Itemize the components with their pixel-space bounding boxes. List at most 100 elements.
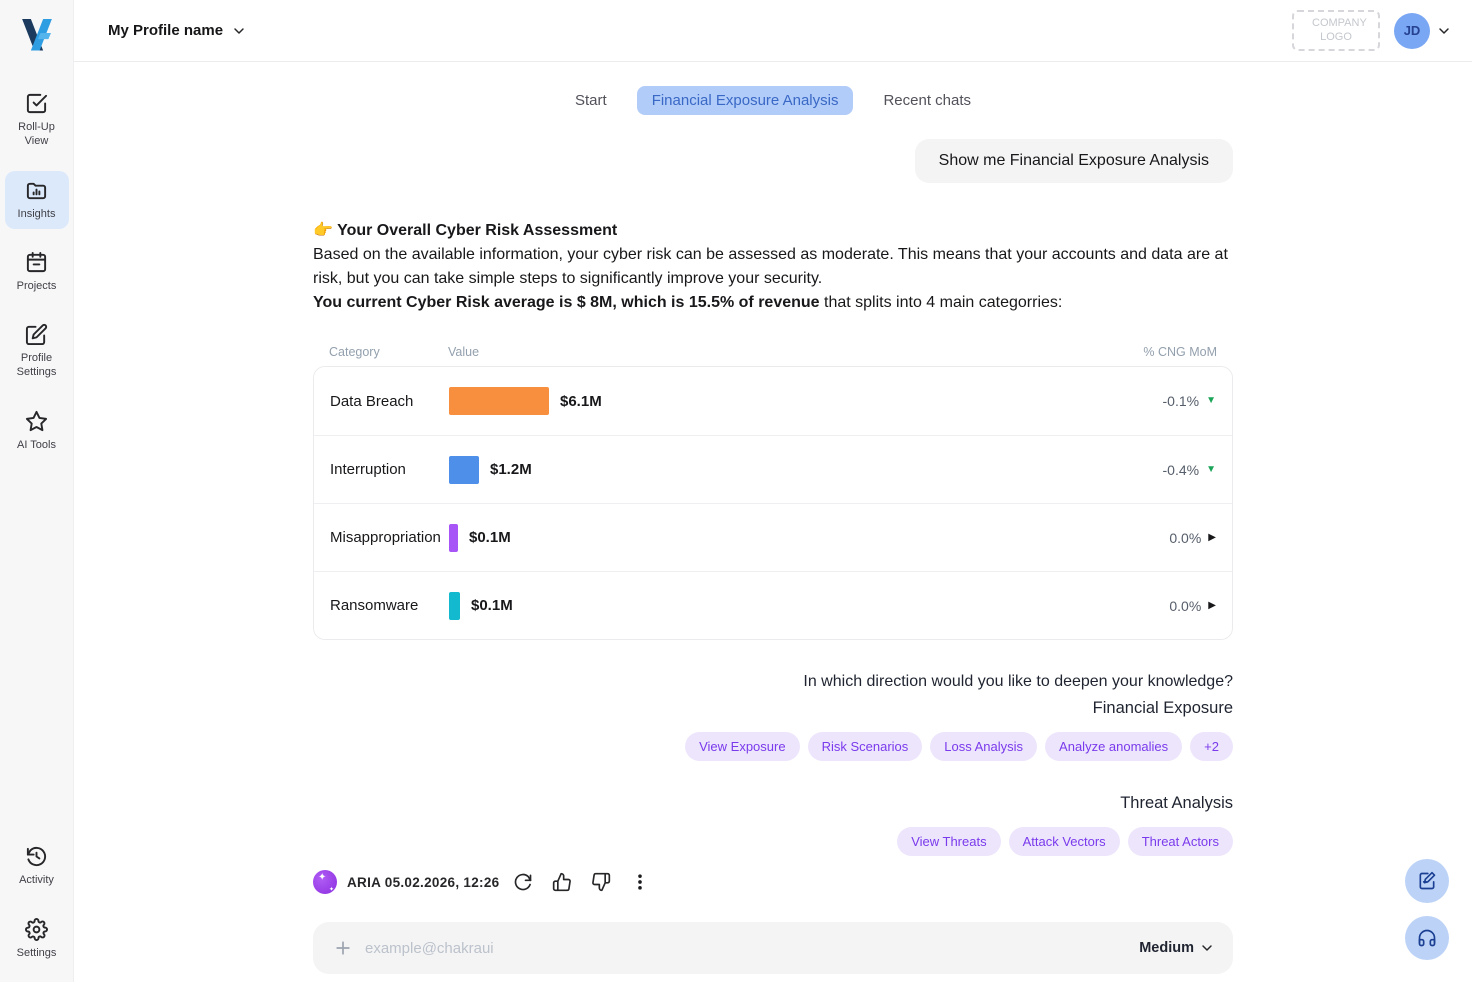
column-category: Category (329, 345, 448, 359)
agent-name: ARIA (347, 875, 381, 890)
sidebar-item-profile-settings[interactable]: Profile Settings (5, 315, 69, 388)
category-label: Ransomware (330, 597, 449, 614)
sidebar-item-projects[interactable]: Projects (5, 243, 69, 301)
sidebar-item-rollup-view[interactable]: Roll-Up View (5, 84, 69, 157)
value-label: $0.1M (469, 529, 511, 546)
sidebar: Roll-Up View Insights Projects Profile S… (0, 0, 74, 982)
rollup-check-icon (25, 92, 48, 115)
chip-view-exposure[interactable]: View Exposure (685, 732, 799, 761)
feedback-fab-button[interactable] (1405, 859, 1449, 903)
profile-name-dropdown[interactable]: My Profile name (108, 22, 247, 39)
size-selector-dropdown[interactable]: Medium (1139, 940, 1215, 956)
assessment-body: Based on the available information, your… (313, 243, 1233, 291)
agent-timestamp: ARIA 05.02.2026, 12:26 (347, 875, 499, 890)
support-fab-button[interactable] (1405, 916, 1449, 960)
thumbs-up-icon[interactable] (552, 872, 572, 892)
risk-table-header: Category Value % CNG MoM (313, 345, 1233, 359)
sidebar-item-activity[interactable]: Activity (5, 837, 69, 895)
message-composer: Medium (313, 922, 1233, 974)
chip-analyze-anomalies[interactable]: Analyze anomalies (1045, 732, 1182, 761)
user-message-bubble: Show me Financial Exposure Analysis (915, 139, 1233, 183)
chip-view-threats[interactable]: View Threats (897, 827, 1000, 856)
summary-rest: that splits into 4 main categorries: (820, 294, 1063, 311)
thumbs-down-icon[interactable] (591, 872, 611, 892)
assistant-message: 👉 Your Overall Cyber Risk Assessment Bas… (313, 219, 1233, 974)
calendar-icon (25, 251, 48, 274)
column-cng-mom: % CNG MoM (1143, 345, 1217, 359)
value-bar (449, 456, 479, 484)
chip-loss-analysis[interactable]: Loss Analysis (930, 732, 1037, 761)
change-value: 0.0% (1169, 598, 1201, 614)
user-menu[interactable]: JD (1394, 13, 1452, 49)
chip-more[interactable]: +2 (1190, 732, 1233, 761)
column-value: Value (448, 345, 479, 359)
tab-financial-exposure-analysis[interactable]: Financial Exposure Analysis (637, 86, 854, 115)
change-cell: -0.1%▼ (1163, 393, 1216, 409)
group-title-threat-analysis: Threat Analysis (313, 791, 1233, 815)
table-row: Interruption $1.2M -0.4%▼ (314, 435, 1232, 503)
sidebar-item-label: Insights (18, 207, 56, 221)
tab-start[interactable]: Start (571, 86, 611, 115)
change-value: 0.0% (1169, 530, 1201, 546)
value-bar (449, 387, 549, 415)
sidebar-item-label: Activity (19, 873, 54, 887)
profile-name-label: My Profile name (108, 22, 223, 39)
followup-question: In which direction would you like to dee… (313, 671, 1233, 693)
change-cell: 0.0% ▶ (1169, 598, 1216, 614)
app-logo-icon[interactable] (16, 12, 58, 54)
trend-down-icon: ▼ (1206, 465, 1216, 475)
trend-flat-icon: ▶ (1208, 533, 1216, 543)
assessment-heading: Your Overall Cyber Risk Assessment (337, 222, 617, 239)
pointing-finger-emoji: 👉 (313, 222, 333, 239)
summary-bold: You current Cyber Risk average is $ 8M, … (313, 294, 820, 311)
change-cell: -0.4%▼ (1163, 462, 1216, 478)
company-logo-placeholder[interactable]: COMPANY LOGO (1292, 10, 1380, 52)
compose-note-icon (1417, 871, 1437, 891)
insights-folder-chart-icon (25, 179, 48, 202)
chip-attack-vectors[interactable]: Attack Vectors (1009, 827, 1120, 856)
regenerate-icon[interactable] (513, 872, 533, 892)
sidebar-item-label: Roll-Up View (7, 120, 67, 149)
trend-down-icon: ▼ (1206, 396, 1216, 406)
avatar[interactable]: JD (1394, 13, 1430, 49)
history-icon (25, 845, 48, 868)
sidebar-item-label: Settings (17, 946, 57, 960)
value-label: $1.2M (490, 461, 532, 478)
chevron-down-icon (1199, 940, 1215, 956)
chat-input[interactable] (365, 940, 1139, 957)
assessment-summary: You current Cyber Risk average is $ 8M, … (313, 291, 1233, 315)
sidebar-item-settings[interactable]: Settings (5, 910, 69, 968)
main-area: Start Financial Exposure Analysis Recent… (74, 62, 1472, 982)
value-bar (449, 524, 458, 552)
message-meta: ✦✦ ARIA 05.02.2026, 12:26 (313, 870, 1233, 894)
table-row: Ransomware $0.1M 0.0% ▶ (314, 571, 1232, 639)
value-bar (449, 592, 460, 620)
change-cell: 0.0% ▶ (1169, 530, 1216, 546)
kebab-menu-icon[interactable] (630, 872, 650, 892)
tab-recent-chats[interactable]: Recent chats (879, 86, 975, 115)
value-label: $0.1M (471, 597, 513, 614)
chip-threat-actors[interactable]: Threat Actors (1128, 827, 1233, 856)
edit-square-icon (25, 323, 48, 346)
table-row: Data Breach $6.1M -0.1%▼ (314, 367, 1232, 435)
headphones-icon (1417, 928, 1437, 948)
trend-flat-icon: ▶ (1208, 601, 1216, 611)
category-label: Interruption (330, 461, 449, 478)
table-row: Misappropriation $0.1M 0.0% ▶ (314, 503, 1232, 571)
message-actions (513, 872, 650, 892)
sidebar-item-label: AI Tools (17, 438, 56, 452)
sidebar-item-ai-tools[interactable]: AI Tools (5, 402, 69, 460)
category-label: Data Breach (330, 393, 449, 410)
chevron-down-icon (1436, 23, 1452, 39)
timestamp: 05.02.2026, 12:26 (385, 875, 500, 890)
threat-analysis-chips: View Threats Attack Vectors Threat Actor… (313, 827, 1233, 856)
category-label: Misappropriation (330, 529, 449, 546)
sidebar-item-insights[interactable]: Insights (5, 171, 69, 229)
chat-tabs: Start Financial Exposure Analysis Recent… (313, 86, 1233, 115)
chip-risk-scenarios[interactable]: Risk Scenarios (808, 732, 923, 761)
chevron-down-icon (231, 23, 247, 39)
plus-icon[interactable] (333, 938, 353, 958)
size-selector-value: Medium (1139, 940, 1194, 956)
risk-table: Data Breach $6.1M -0.1%▼ Interruption $1… (313, 366, 1233, 640)
sidebar-item-label: Projects (17, 279, 57, 293)
